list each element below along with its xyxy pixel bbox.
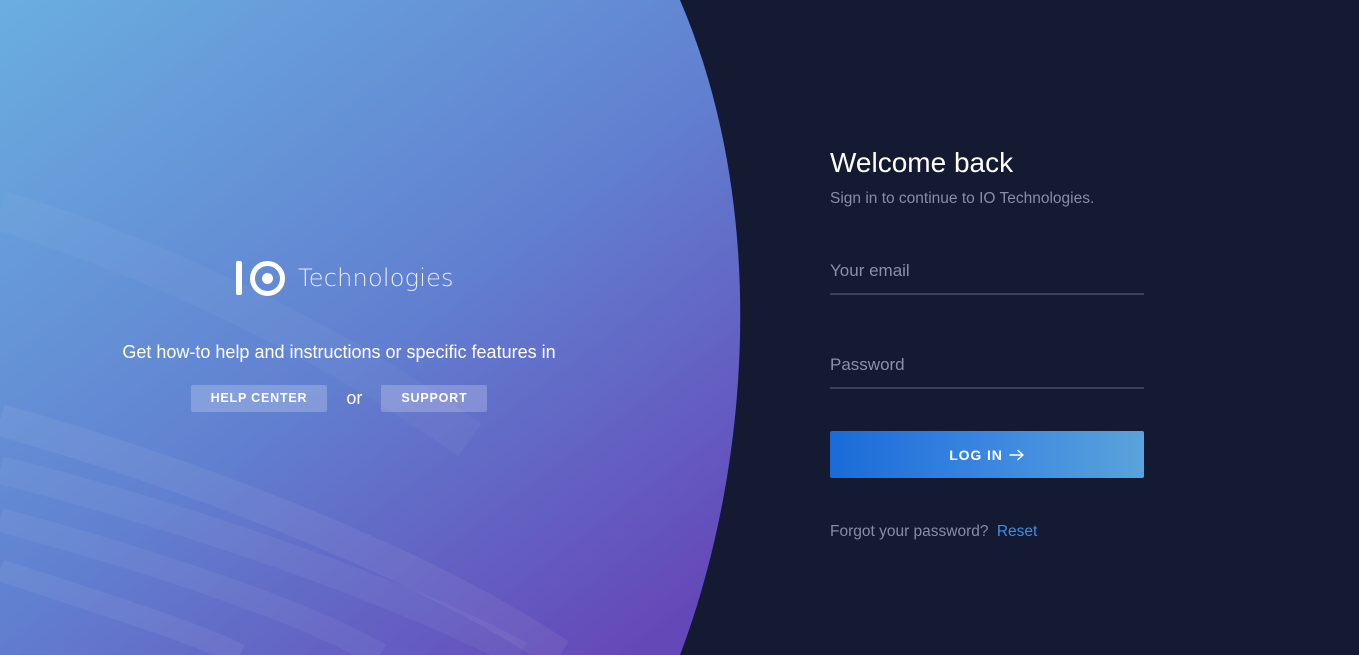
support-button[interactable]: SUPPORT — [381, 385, 488, 412]
email-field-wrapper — [830, 247, 1144, 295]
password-field[interactable] — [830, 355, 1144, 375]
login-button-label: LOG IN — [949, 446, 1003, 463]
arrow-right-icon — [1009, 449, 1025, 461]
password-field-wrapper — [830, 341, 1144, 389]
login-button[interactable]: LOG IN — [830, 431, 1144, 478]
email-field[interactable] — [830, 261, 1144, 281]
or-separator: or — [346, 388, 363, 408]
login-page: Technologies Get how-to help and instruc… — [0, 0, 1359, 655]
page-subtitle: Sign in to continue to IO Technologies. — [830, 190, 1095, 207]
hero-panel: Technologies Get how-to help and instruc… — [0, 0, 680, 655]
brand-logo: Technologies — [236, 258, 454, 298]
help-text: Get how-to help and instructions or spec… — [122, 342, 556, 362]
brand-wordmark: Technologies — [298, 264, 454, 292]
page-title: Welcome back — [830, 147, 1014, 178]
io-logo-icon — [236, 260, 285, 296]
forgot-password-row: Forgot your password? Reset — [830, 522, 1144, 542]
reset-link[interactable]: Reset — [997, 523, 1038, 540]
forgot-password-text: Forgot your password? — [830, 523, 989, 540]
login-form: Welcome back Sign in to continue to IO T… — [830, 140, 1144, 542]
help-center-button[interactable]: HELP CENTER — [190, 385, 328, 412]
help-links: HELP CENTER or SUPPORT — [0, 385, 678, 412]
